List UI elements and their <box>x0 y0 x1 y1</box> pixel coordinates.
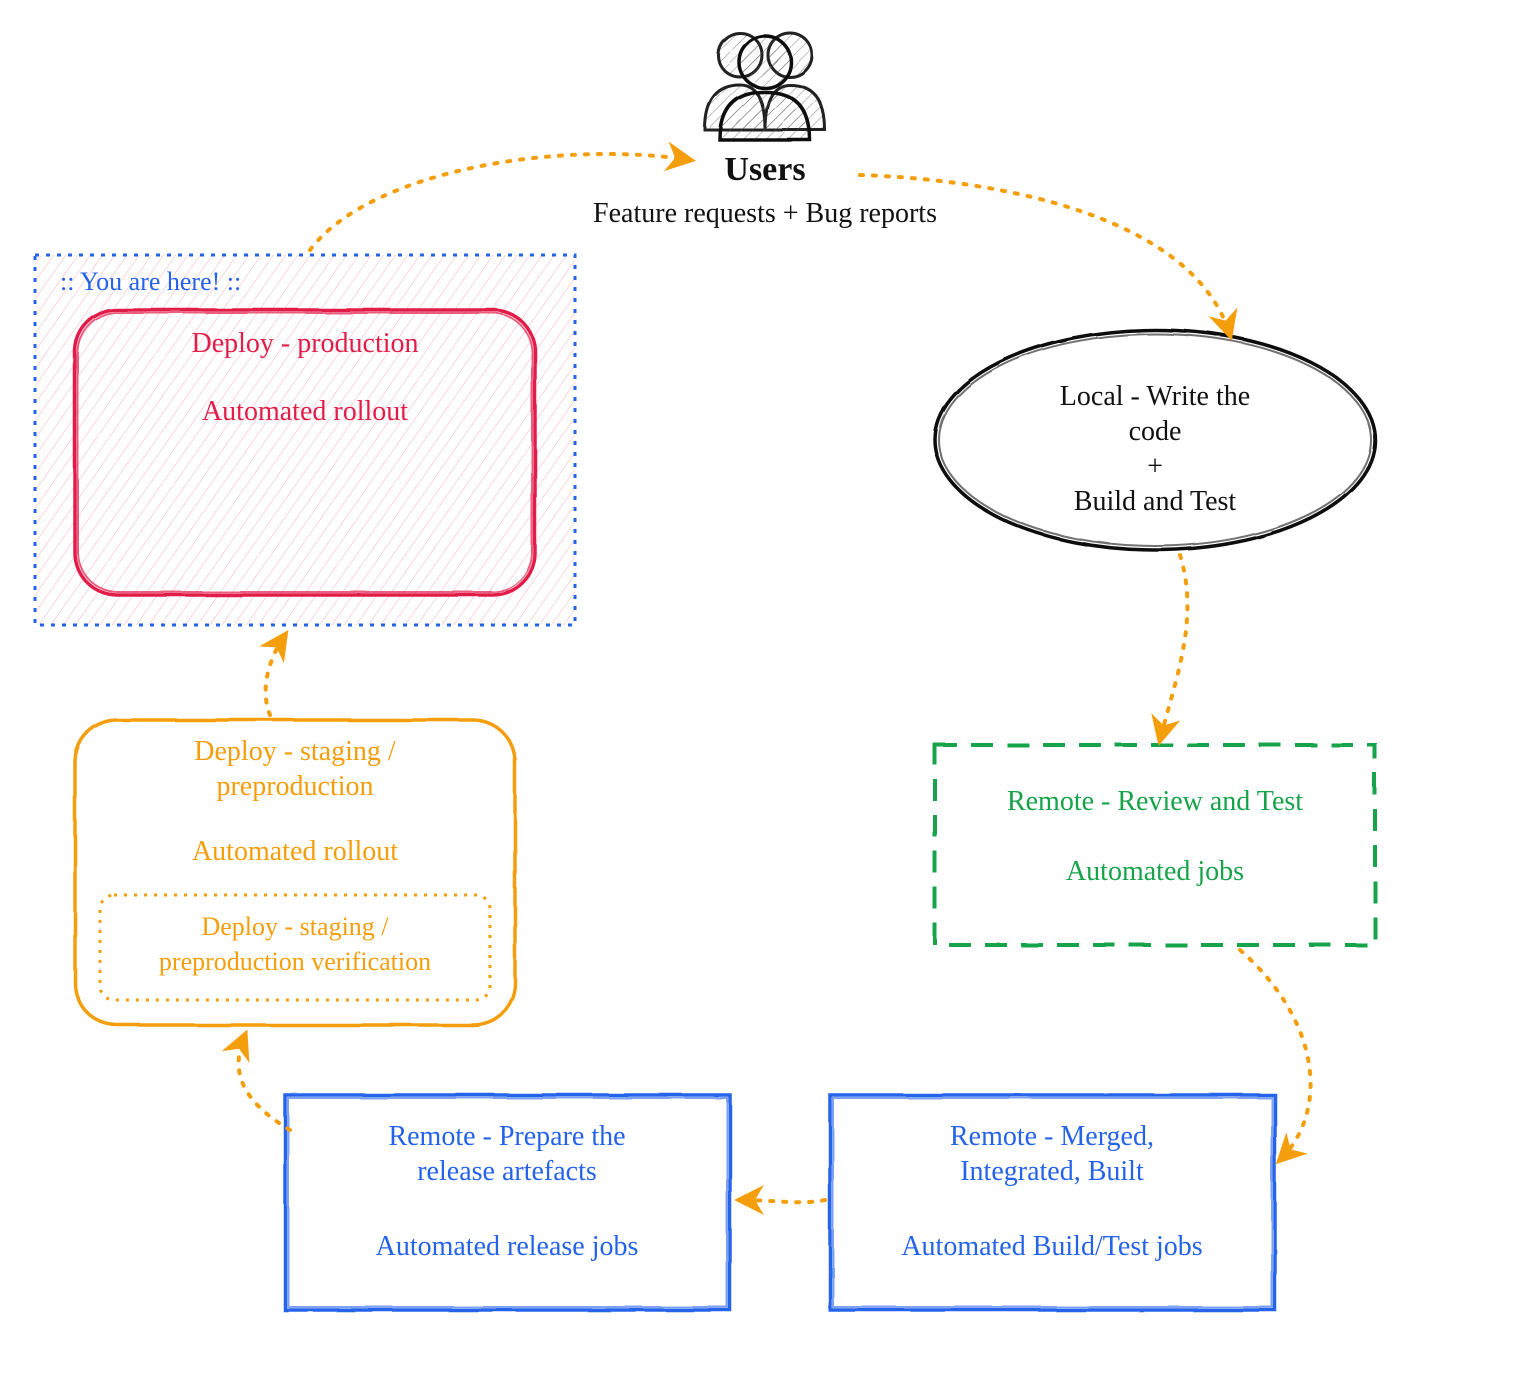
node-production-title: Deploy - production <box>191 328 418 359</box>
node-staging-title1: Deploy - staging / <box>194 736 396 767</box>
node-merged-subtitle: Automated Build/Test jobs <box>901 1231 1202 1262</box>
node-review-title: Remote - Review and Test <box>1007 786 1303 817</box>
node-review <box>935 745 1375 945</box>
node-staging-inner1: Deploy - staging / <box>201 912 389 941</box>
arrow-prepare-to-staging <box>239 1035 290 1130</box>
node-prepare-title2: release artefacts <box>417 1156 597 1187</box>
arrow-merged-to-prepare <box>740 1200 825 1202</box>
node-local-line2: code <box>1129 416 1182 447</box>
arrow-staging-to-production <box>266 635 285 715</box>
node-local-line4: Build and Test <box>1074 486 1237 517</box>
node-prepare-subtitle: Automated release jobs <box>376 1231 639 1262</box>
node-local-line1: Local - Write the <box>1060 381 1250 412</box>
node-production-subtitle: Automated rollout <box>202 396 408 427</box>
users-icon <box>705 33 825 140</box>
you-are-here-label: :: You are here! :: <box>60 267 241 296</box>
node-prepare-title1: Remote - Prepare the <box>388 1121 625 1152</box>
cicd-flow-diagram: Users Feature requests + Bug reports :: … <box>0 0 1527 1382</box>
users-subtitle: Feature requests + Bug reports <box>593 198 937 229</box>
node-staging-inner2: preproduction verification <box>159 947 431 976</box>
node-merged-title1: Remote - Merged, <box>950 1121 1154 1152</box>
node-local-line3: + <box>1147 451 1163 482</box>
users-label: Users <box>724 151 805 188</box>
arrow-local-to-review <box>1160 555 1187 740</box>
node-staging-title2: preproduction <box>216 771 373 802</box>
node-merged-title2: Integrated, Built <box>960 1156 1144 1187</box>
node-review-subtitle: Automated jobs <box>1066 856 1244 887</box>
node-staging-subtitle: Automated rollout <box>192 836 398 867</box>
